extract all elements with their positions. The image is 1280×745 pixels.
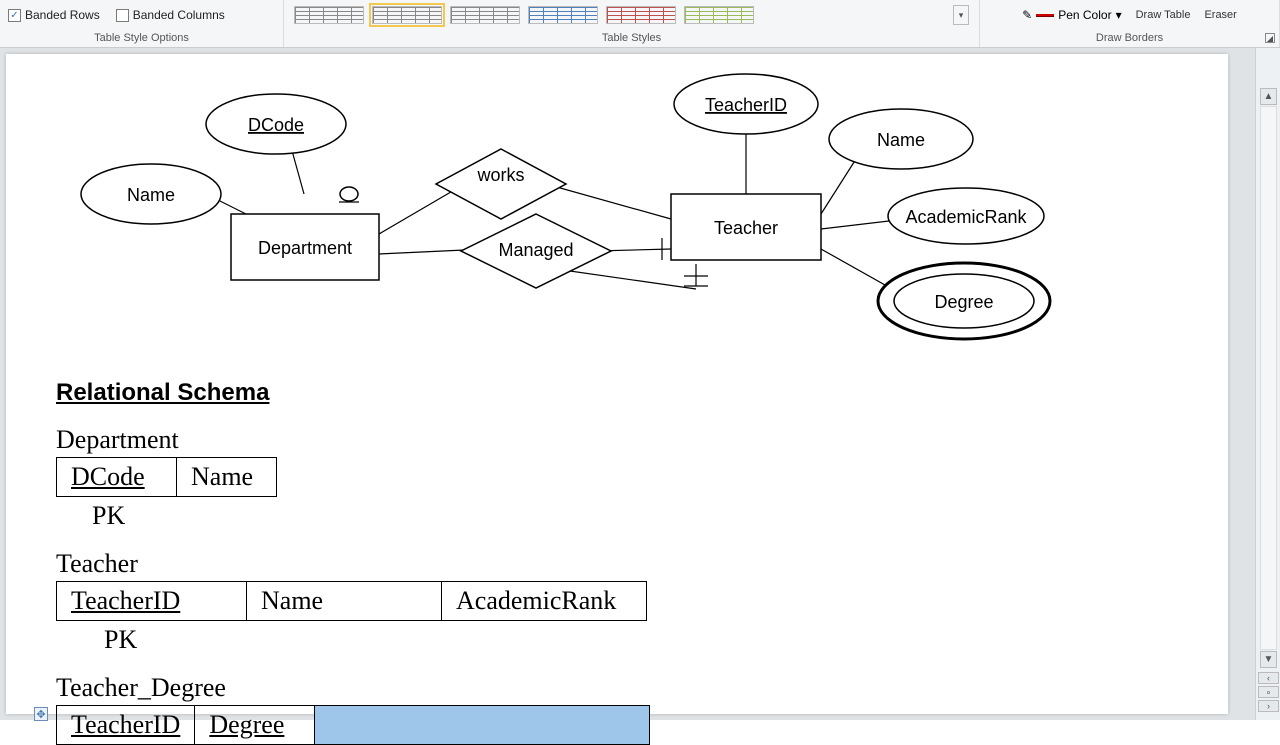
document-area: Name DCode Department works Managed Teac… (0, 48, 1255, 720)
ribbon: Banded Rows Banded Columns Table Style O… (0, 0, 1280, 48)
scroll-track[interactable] (1260, 106, 1277, 650)
table-department[interactable]: DCode Name (56, 457, 277, 497)
col-dcode[interactable]: DCode (57, 458, 177, 497)
pk-note: PK (56, 625, 650, 655)
table-row: TeacherID Name AcademicRank (57, 582, 647, 621)
col-empty-selected[interactable] (315, 706, 650, 745)
col-academicrank[interactable]: AcademicRank (442, 582, 647, 621)
scroll-up-button[interactable]: ▲ (1260, 88, 1277, 105)
draw-table-button[interactable]: Draw Table (1136, 9, 1191, 21)
attr-academicrank: AcademicRank (905, 207, 1027, 227)
checkbox-icon (116, 9, 129, 22)
scroll-down-button[interactable]: ▼ (1260, 651, 1277, 668)
rel-works: works (476, 165, 524, 185)
table-styles-more-button[interactable]: ▾ (953, 5, 969, 25)
select-browse-object-button[interactable]: ∘ (1258, 686, 1279, 698)
col-name[interactable]: Name (177, 458, 277, 497)
relational-schema-section: Relational Schema Department DCode Name … (56, 379, 650, 745)
pen-color-label: Pen Color (1058, 8, 1111, 22)
group-label: Table Style Options (0, 30, 283, 47)
chevron-down-icon: ▾ (1116, 8, 1122, 22)
next-page-button[interactable]: › (1258, 700, 1279, 712)
attr-dcode: DCode (248, 115, 304, 135)
table-style-5[interactable] (606, 6, 676, 24)
browse-object-nav: ‹ ∘ › (1258, 672, 1279, 712)
group-label: Table Styles (284, 30, 979, 47)
pen-color-swatch (1036, 14, 1054, 17)
dialog-launcher-icon[interactable]: ◢ (1265, 33, 1275, 43)
pk-note: PK (56, 501, 650, 531)
table-style-2[interactable] (372, 6, 442, 24)
group-table-styles: ▾ Table Styles (284, 0, 980, 47)
checkbox-banded-rows[interactable]: Banded Rows (8, 8, 100, 22)
check-icon (8, 9, 21, 22)
page: Name DCode Department works Managed Teac… (6, 54, 1228, 714)
table-name-department: Department (56, 425, 650, 455)
col-teacherid[interactable]: TeacherID (57, 706, 195, 745)
table-teacher-degree[interactable]: TeacherID Degree (56, 705, 650, 745)
attr-degree: Degree (934, 292, 993, 312)
table-teacher[interactable]: TeacherID Name AcademicRank (56, 581, 647, 621)
schema-heading: Relational Schema (56, 379, 650, 407)
checkbox-banded-columns[interactable]: Banded Columns (116, 8, 225, 22)
table-style-3[interactable] (450, 6, 520, 24)
table-style-4[interactable] (528, 6, 598, 24)
table-row: TeacherID Degree (57, 706, 650, 745)
col-teacherid[interactable]: TeacherID (57, 582, 247, 621)
col-degree[interactable]: Degree (195, 706, 315, 745)
table-move-handle-icon[interactable]: ✥ (34, 707, 48, 721)
col-name[interactable]: Name (247, 582, 442, 621)
entity-teacher: Teacher (714, 218, 778, 238)
attr-name-teacher: Name (877, 130, 925, 150)
rel-managed: Managed (498, 240, 573, 260)
table-name-teacher: Teacher (56, 549, 650, 579)
group-table-style-options: Banded Rows Banded Columns Table Style O… (0, 0, 284, 47)
er-diagram: Name DCode Department works Managed Teac… (56, 54, 1178, 344)
table-row: DCode Name (57, 458, 277, 497)
eraser-button[interactable]: Eraser (1204, 9, 1236, 21)
checkbox-label: Banded Rows (25, 8, 100, 22)
table-style-6[interactable] (684, 6, 754, 24)
prev-page-button[interactable]: ‹ (1258, 672, 1279, 684)
checkbox-label: Banded Columns (133, 8, 225, 22)
group-label: Draw Borders (980, 30, 1279, 47)
table-style-1[interactable] (294, 6, 364, 24)
group-draw-borders: ✎ Pen Color ▾ Draw Table Eraser Draw Bor… (980, 0, 1280, 47)
vertical-scrollbar[interactable]: ▲ ▼ ‹ ∘ › (1255, 48, 1280, 720)
pen-icon: ✎ (1022, 8, 1032, 22)
pen-color-button[interactable]: ✎ Pen Color ▾ (1022, 8, 1121, 22)
table-name-teacher-degree: Teacher_Degree (56, 673, 650, 703)
attr-name-dept: Name (127, 185, 175, 205)
entity-department: Department (258, 238, 352, 258)
attr-teacherid: TeacherID (705, 95, 787, 115)
